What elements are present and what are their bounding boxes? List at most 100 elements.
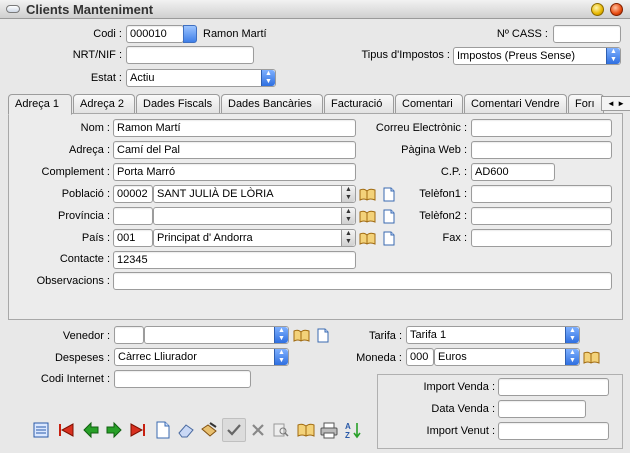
edit-icon[interactable]	[200, 421, 218, 439]
chevron-updown-icon: ▲ ▼	[274, 327, 288, 343]
complement-field[interactable]: Porta Marró	[113, 163, 356, 181]
tab-prev-icon[interactable]: ◄	[607, 99, 615, 108]
new-document-icon[interactable]	[382, 209, 396, 224]
import-venda-label: Import Venda :	[423, 381, 495, 393]
browse-book-icon[interactable]	[293, 329, 310, 342]
cass-label: Nº CASS :	[496, 28, 548, 40]
codi-label: Codi :	[93, 28, 122, 40]
chevron-updown-icon: ▲ ▼	[261, 70, 275, 86]
accept-icon[interactable]	[225, 421, 243, 439]
previous-record-icon[interactable]	[82, 421, 100, 439]
new-document-icon[interactable]	[382, 231, 396, 246]
tab-bar: Adreça 1 Adreça 2 Dades Fiscals Dades Ba…	[8, 94, 630, 115]
svg-text:Z: Z	[345, 431, 350, 439]
new-record-icon[interactable]	[154, 421, 172, 439]
codi-internet-field[interactable]	[114, 370, 251, 388]
web-field[interactable]	[471, 141, 612, 159]
browse-book-icon[interactable]	[359, 232, 376, 245]
cp-field[interactable]: AD600	[471, 163, 555, 181]
estat-select[interactable]: Actiu ▲ ▼	[126, 69, 276, 87]
import-venda-field[interactable]	[498, 378, 609, 396]
provincia-label: Província :	[58, 210, 110, 222]
tarifa-label: Tarifa :	[368, 330, 402, 342]
list-icon[interactable]	[32, 421, 50, 439]
poblacio-select[interactable]: SANT JULIÀ DE LÒRIA ▲ ▼	[153, 185, 356, 203]
window-menu-icon[interactable]	[6, 5, 20, 13]
telefon1-field[interactable]	[471, 185, 612, 203]
tipus-impostos-label: Tipus d'Impostos :	[361, 49, 450, 61]
new-document-icon[interactable]	[382, 187, 396, 202]
erase-icon[interactable]	[177, 421, 195, 439]
first-record-icon[interactable]	[57, 421, 75, 439]
close-button[interactable]	[610, 3, 623, 16]
correu-label: Correu Electrònic :	[375, 122, 467, 134]
complement-label: Complement :	[41, 166, 110, 178]
telefon1-label: Telèfon1 :	[419, 188, 467, 200]
nom-field[interactable]: Ramon Martí	[113, 119, 356, 137]
last-record-icon[interactable]	[129, 421, 147, 439]
tab-comentari[interactable]: Comentari	[395, 94, 463, 113]
pais-name: Principat d' Andorra	[157, 232, 253, 244]
tab-adreca-2[interactable]: Adreça 2	[73, 94, 135, 113]
chevron-updown-icon: ▲ ▼	[341, 230, 355, 246]
pais-code-field[interactable]: 001	[113, 229, 153, 247]
tab-comentari-vendre[interactable]: Comentari Vendre	[464, 94, 567, 113]
sort-az-icon[interactable]: AZ	[344, 421, 362, 439]
print-icon[interactable]	[320, 421, 338, 439]
venedor-label: Venedor :	[62, 330, 110, 342]
next-record-icon[interactable]	[105, 421, 123, 439]
nrt-field[interactable]	[126, 46, 254, 64]
browse-book-icon[interactable]	[359, 188, 376, 201]
provincia-code-field[interactable]	[113, 207, 153, 225]
cp-label: C.P. :	[440, 166, 467, 178]
svg-text:A: A	[345, 422, 351, 431]
new-document-icon[interactable]	[316, 328, 330, 343]
tab-next-icon[interactable]: ►	[617, 99, 625, 108]
contacte-label: Contacte :	[59, 253, 110, 265]
venedor-code-field[interactable]	[114, 326, 144, 344]
minimize-button[interactable]	[591, 3, 604, 16]
browse-book-icon[interactable]	[297, 421, 315, 439]
observacions-field[interactable]	[113, 272, 612, 290]
correu-field[interactable]	[471, 119, 612, 137]
cass-field[interactable]	[553, 25, 621, 43]
poblacio-code-field[interactable]: 00002	[113, 185, 153, 203]
contacte-field[interactable]: 12345	[113, 251, 356, 269]
provincia-select[interactable]: ▲ ▼	[153, 207, 356, 225]
tab-dades-bancaries[interactable]: Dades Bancàries	[221, 94, 323, 113]
tarifa-select[interactable]: Tarifa 1 ▲ ▼	[406, 326, 580, 344]
import-venut-field[interactable]	[498, 422, 609, 440]
moneda-select[interactable]: Euros ▲ ▼	[434, 348, 580, 366]
client-name-display: Ramon Martí	[203, 28, 267, 40]
browse-book-icon[interactable]	[359, 210, 376, 223]
fax-field[interactable]	[471, 229, 612, 247]
browse-book-icon[interactable]	[583, 351, 600, 364]
moneda-code-field[interactable]: 000	[406, 348, 434, 366]
import-venut-label: Import Venut :	[426, 425, 495, 437]
chevron-updown-icon: ▲ ▼	[341, 208, 355, 224]
tab-dades-fiscals[interactable]: Dades Fiscals	[136, 94, 220, 113]
data-venda-field[interactable]	[498, 400, 586, 418]
codi-field[interactable]: 000010	[126, 25, 184, 43]
pais-select[interactable]: Principat d' Andorra ▲ ▼	[153, 229, 356, 247]
moneda-name: Euros	[438, 351, 467, 363]
despeses-select[interactable]: Càrrec Lliurador ▲ ▼	[114, 348, 289, 366]
search-icon[interactable]	[272, 421, 290, 439]
tab-overflow[interactable]: Forı	[568, 94, 604, 113]
tab-adreca-1[interactable]: Adreça 1	[8, 94, 72, 115]
venedor-select[interactable]: ▲ ▼	[144, 326, 289, 344]
codi-lookup-button[interactable]	[183, 25, 197, 43]
nom-label: Nom :	[80, 122, 110, 134]
pais-label: País :	[81, 232, 110, 244]
tab-facturacio[interactable]: Facturació	[324, 94, 394, 113]
adreca-label: Adreça :	[69, 144, 110, 156]
cancel-icon[interactable]	[249, 421, 267, 439]
data-venda-label: Data Venda :	[431, 403, 495, 415]
tipus-impostos-select[interactable]: Impostos (Preus Sense) ▲ ▼	[453, 47, 621, 65]
nrt-label: NRT/NIF :	[72, 49, 122, 61]
telefon2-label: Telèfon2 :	[419, 210, 467, 222]
tab-scroll-arrows[interactable]: ◄ ►	[601, 96, 630, 111]
chevron-updown-icon: ▲ ▼	[565, 327, 579, 343]
adreca-field[interactable]: Camí del Pal	[113, 141, 356, 159]
telefon2-field[interactable]	[471, 207, 612, 225]
